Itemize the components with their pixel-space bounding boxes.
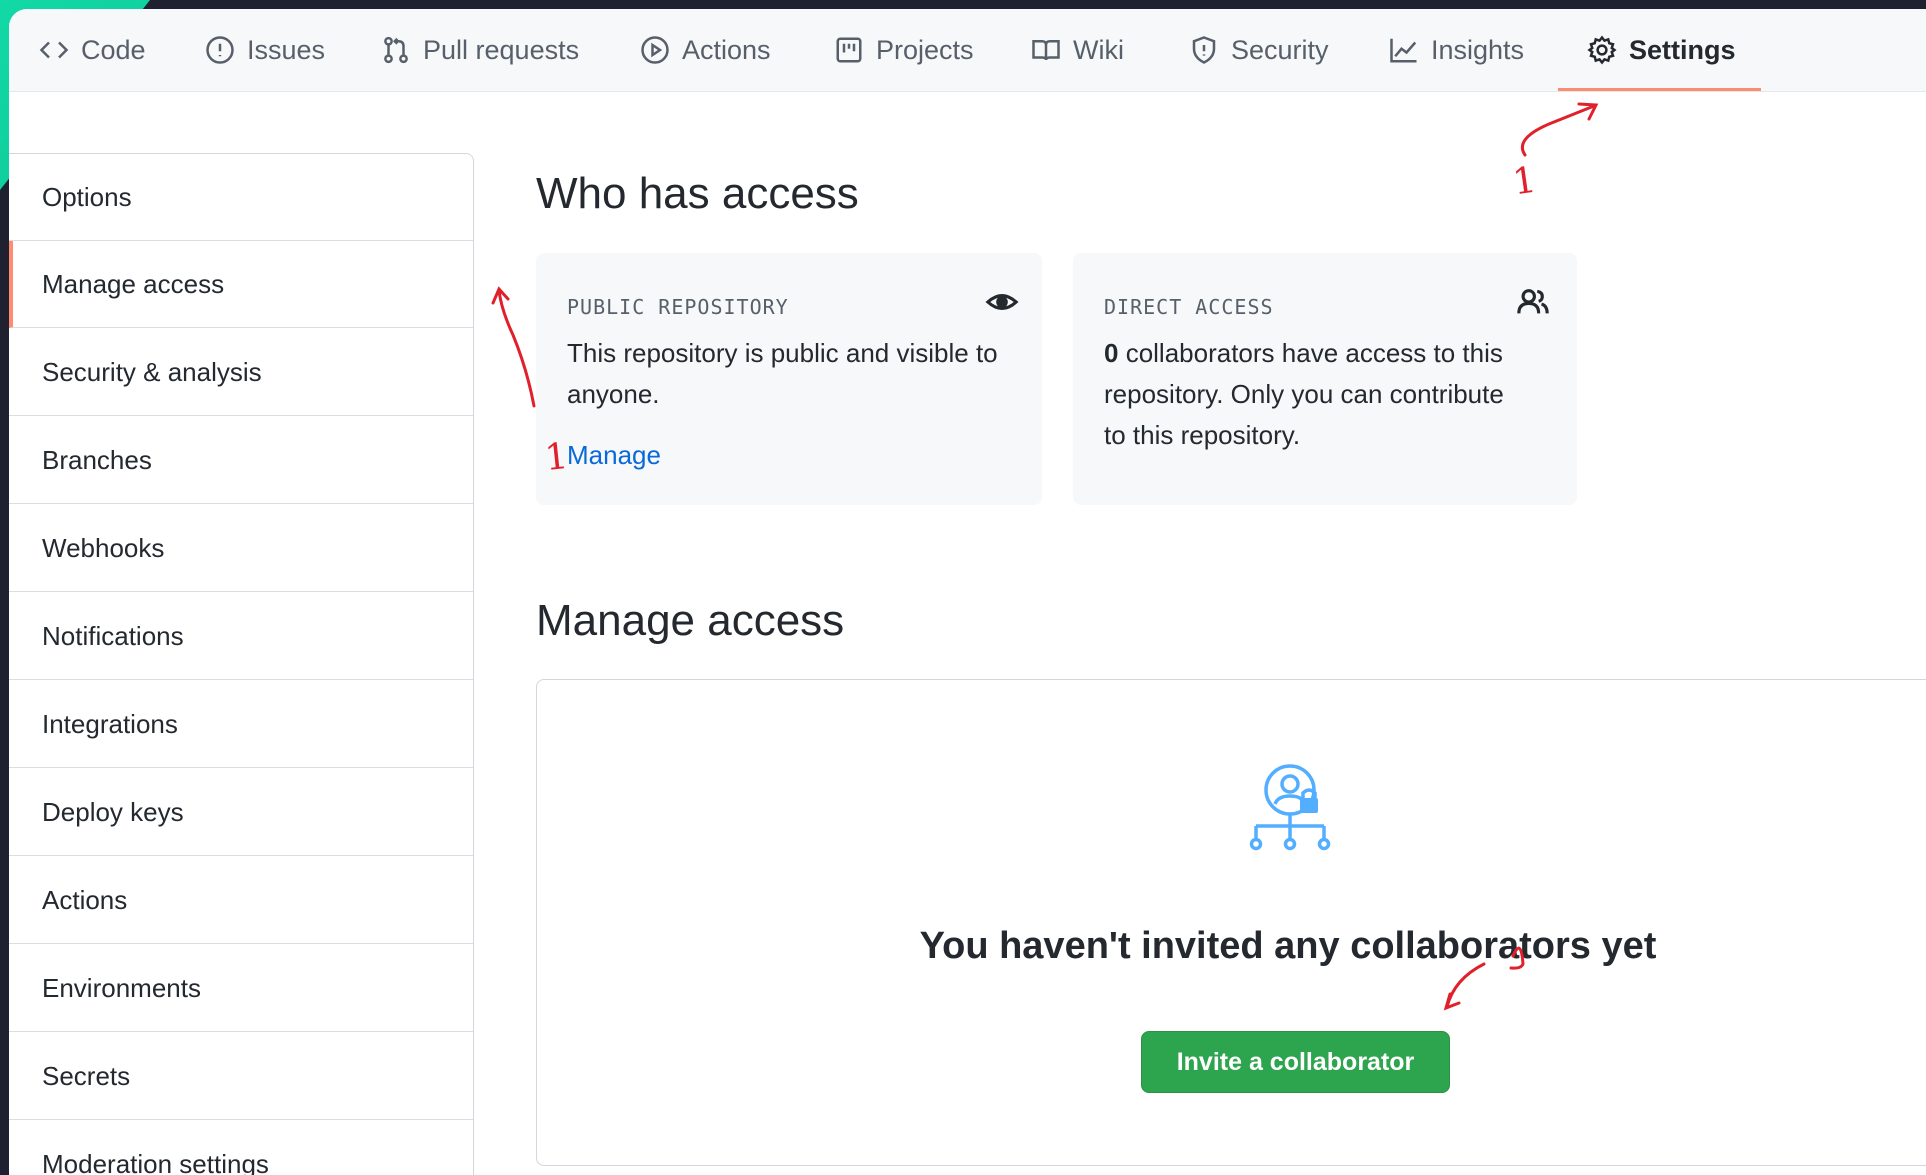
sidebar-item-label: Manage access (42, 268, 225, 299)
sidebar-item-notifications[interactable]: Notifications (9, 593, 473, 680)
card-text-line: anyone. (567, 379, 660, 409)
invite-collaborator-button[interactable]: Invite a collaborator (1141, 1031, 1450, 1093)
sidebar-item-label: Integrations (42, 708, 178, 739)
sidebar-item-label: Branches (42, 444, 152, 475)
repo-nav: Code Issues Pull requests Actions Projec… (9, 9, 1926, 92)
sidebar-item-label: Environments (42, 972, 201, 1003)
collaborators-empty-state: You haven't invited any collaborators ye… (536, 679, 1926, 1166)
card-text-line: to this repository. (1104, 420, 1301, 450)
card-text-line: repository. Only you can contribute (1104, 379, 1504, 409)
card-description: 0 collaborators have access to this repo… (1104, 333, 1504, 456)
tab-actions[interactable]: Actions (640, 9, 771, 91)
sidebar-item-security-analysis[interactable]: Security & analysis (9, 329, 473, 416)
sidebar-item-label: Notifications (42, 620, 184, 651)
sidebar-item-integrations[interactable]: Integrations (9, 681, 473, 768)
card-description: This repository is public and visible to… (567, 333, 998, 415)
sidebar-item-label: Webhooks (42, 532, 165, 563)
annotation-step-number: 1 (542, 435, 570, 480)
sidebar-item-label: Deploy keys (42, 796, 184, 827)
graph-icon (1390, 38, 1417, 63)
sidebar-item-branches[interactable]: Branches (9, 417, 473, 504)
tab-settings[interactable]: Settings (1587, 9, 1736, 91)
tab-wiki[interactable]: Wiki (1031, 9, 1124, 91)
gear-icon (1587, 35, 1617, 65)
manage-access-heading: Manage access (536, 596, 845, 645)
tab-label: Settings (1629, 34, 1736, 65)
sidebar-item-label: Moderation settings (42, 1148, 269, 1175)
card-text-line: collaborators have access to this (1118, 338, 1503, 368)
tab-label: Code (81, 34, 146, 65)
pull-request-icon (384, 36, 408, 64)
annotation-arrow-manage-link (491, 286, 536, 408)
tab-security[interactable]: Security (1189, 9, 1329, 91)
project-icon (836, 37, 862, 63)
tab-label: Issues (247, 34, 326, 65)
play-icon (641, 36, 669, 64)
sidebar-item-actions[interactable]: Actions (9, 857, 473, 944)
people-icon (1517, 289, 1549, 314)
sidebar-item-label: Actions (42, 884, 128, 915)
annotation-arrow-settings (1520, 102, 1599, 157)
sidebar-item-label: Options (42, 181, 132, 212)
settings-sidebar: Options Manage access Security & analysi… (9, 153, 474, 1175)
book-icon (1032, 40, 1060, 61)
sidebar-item-deploy-keys[interactable]: Deploy keys (9, 769, 473, 856)
sidebar-item-secrets[interactable]: Secrets (9, 1033, 473, 1120)
collaborator-count: 0 (1104, 338, 1119, 368)
manage-link[interactable]: Manage (567, 440, 661, 471)
eye-icon (985, 294, 1019, 310)
card-label: PUBLIC REPOSITORY (567, 295, 789, 319)
issue-icon (206, 36, 234, 64)
direct-access-card: DIRECT ACCESS 0 collaborators have acces… (1073, 253, 1577, 505)
sidebar-item-webhooks[interactable]: Webhooks (9, 505, 473, 592)
annotation-step-number: 1 (1510, 159, 1539, 204)
settings-page: Code Issues Pull requests Actions Projec… (9, 9, 1926, 1175)
who-has-access-heading: Who has access (536, 169, 859, 218)
public-repository-card: PUBLIC REPOSITORY This repository is pub… (536, 253, 1042, 505)
card-text-line: This repository is public and visible to (567, 338, 998, 368)
sidebar-item-moderation-settings[interactable]: Moderation settings (9, 1121, 473, 1175)
tab-issues[interactable]: Issues (205, 9, 325, 91)
code-icon (39, 41, 69, 59)
person-lock-hierarchy-icon (1249, 764, 1331, 851)
sidebar-item-label: Secrets (42, 1060, 131, 1091)
tab-label: Pull requests (423, 34, 580, 65)
active-tab-underline (1558, 88, 1761, 91)
tab-label: Actions (682, 34, 771, 65)
tab-projects[interactable]: Projects (834, 9, 974, 91)
tab-code[interactable]: Code (39, 9, 146, 91)
tab-label: Security (1231, 34, 1329, 65)
sidebar-item-manage-access[interactable]: Manage access (9, 241, 473, 328)
card-label: DIRECT ACCESS (1104, 295, 1274, 319)
sidebar-item-environments[interactable]: Environments (9, 945, 473, 1032)
empty-state-message: You haven't invited any collaborators ye… (919, 925, 1657, 967)
sidebar-item-options[interactable]: Options (9, 154, 473, 241)
tab-insights[interactable]: Insights (1389, 9, 1524, 91)
tab-label: Projects (876, 34, 974, 65)
shield-icon (1192, 36, 1216, 64)
tab-label: Insights (1431, 34, 1525, 65)
tab-label: Wiki (1073, 34, 1124, 65)
tab-pull-requests[interactable]: Pull requests (381, 9, 579, 91)
sidebar-item-label: Security & analysis (42, 356, 262, 387)
